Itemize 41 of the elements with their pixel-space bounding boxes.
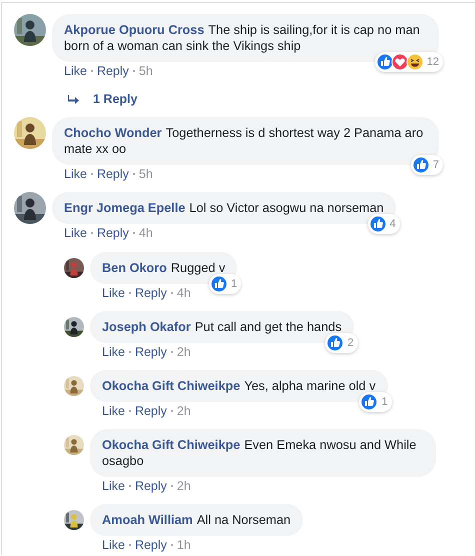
like-link[interactable]: Like: [64, 64, 87, 78]
reply-link[interactable]: Reply: [134, 404, 167, 418]
like-icon: [210, 275, 228, 293]
like-link[interactable]: Like: [64, 226, 87, 240]
commenter-name-link[interactable]: Okocha Gift Chiweikpe: [102, 438, 240, 452]
reply-link[interactable]: Reply: [96, 64, 129, 78]
like-link[interactable]: Like: [102, 479, 125, 493]
commenter-name-link[interactable]: Ben Okoro: [102, 261, 167, 275]
commenter-name-link[interactable]: Okocha Gift Chiweikpe: [102, 379, 240, 393]
commenter-name-link[interactable]: Amoah William: [102, 513, 193, 527]
like-icon: [360, 393, 378, 411]
view-replies-link[interactable]: 1 Reply: [93, 92, 138, 106]
reaction-count: 2: [347, 337, 354, 349]
reaction-count: 4: [390, 218, 396, 230]
reply-link[interactable]: Reply: [96, 226, 129, 240]
like-icon: [412, 156, 430, 174]
reply-link[interactable]: Reply: [134, 345, 167, 359]
like-icon: [368, 215, 387, 233]
commenter-name-link[interactable]: Joseph Okafor: [102, 320, 191, 334]
like-link[interactable]: Like: [64, 167, 87, 181]
commenter-name-link[interactable]: Engr Jomega Epelle: [64, 201, 186, 215]
like-link[interactable]: Like: [102, 345, 125, 359]
like-icon: [326, 334, 344, 352]
commenter-name-link[interactable]: Chocho Wonder: [64, 126, 162, 140]
comment-text: Okocha Gift Chiweikpe Even Emeka nwosu and While osagbo: [90, 429, 436, 477]
reaction-count: 1: [381, 396, 388, 408]
like-link[interactable]: Like: [102, 286, 125, 300]
like-link[interactable]: Like: [102, 404, 125, 418]
reply-link[interactable]: Reply: [134, 479, 167, 493]
like-icon: [376, 53, 394, 71]
reaction-count: 1: [231, 278, 238, 290]
reply-link[interactable]: Reply: [96, 167, 129, 181]
reply-link[interactable]: Reply: [134, 538, 167, 552]
like-link[interactable]: Like: [102, 538, 125, 552]
reaction-count: 7: [432, 159, 439, 171]
reply-arrow-icon: [68, 94, 79, 104]
reaction-count: 12: [426, 56, 439, 68]
laughing-emoji-icon: [406, 53, 424, 71]
commenter-name-link[interactable]: Akporue Opuoru Cross: [64, 23, 204, 37]
reply-link[interactable]: Reply: [134, 286, 167, 300]
comment-text: Amoah William All na Norseman: [90, 504, 303, 536]
